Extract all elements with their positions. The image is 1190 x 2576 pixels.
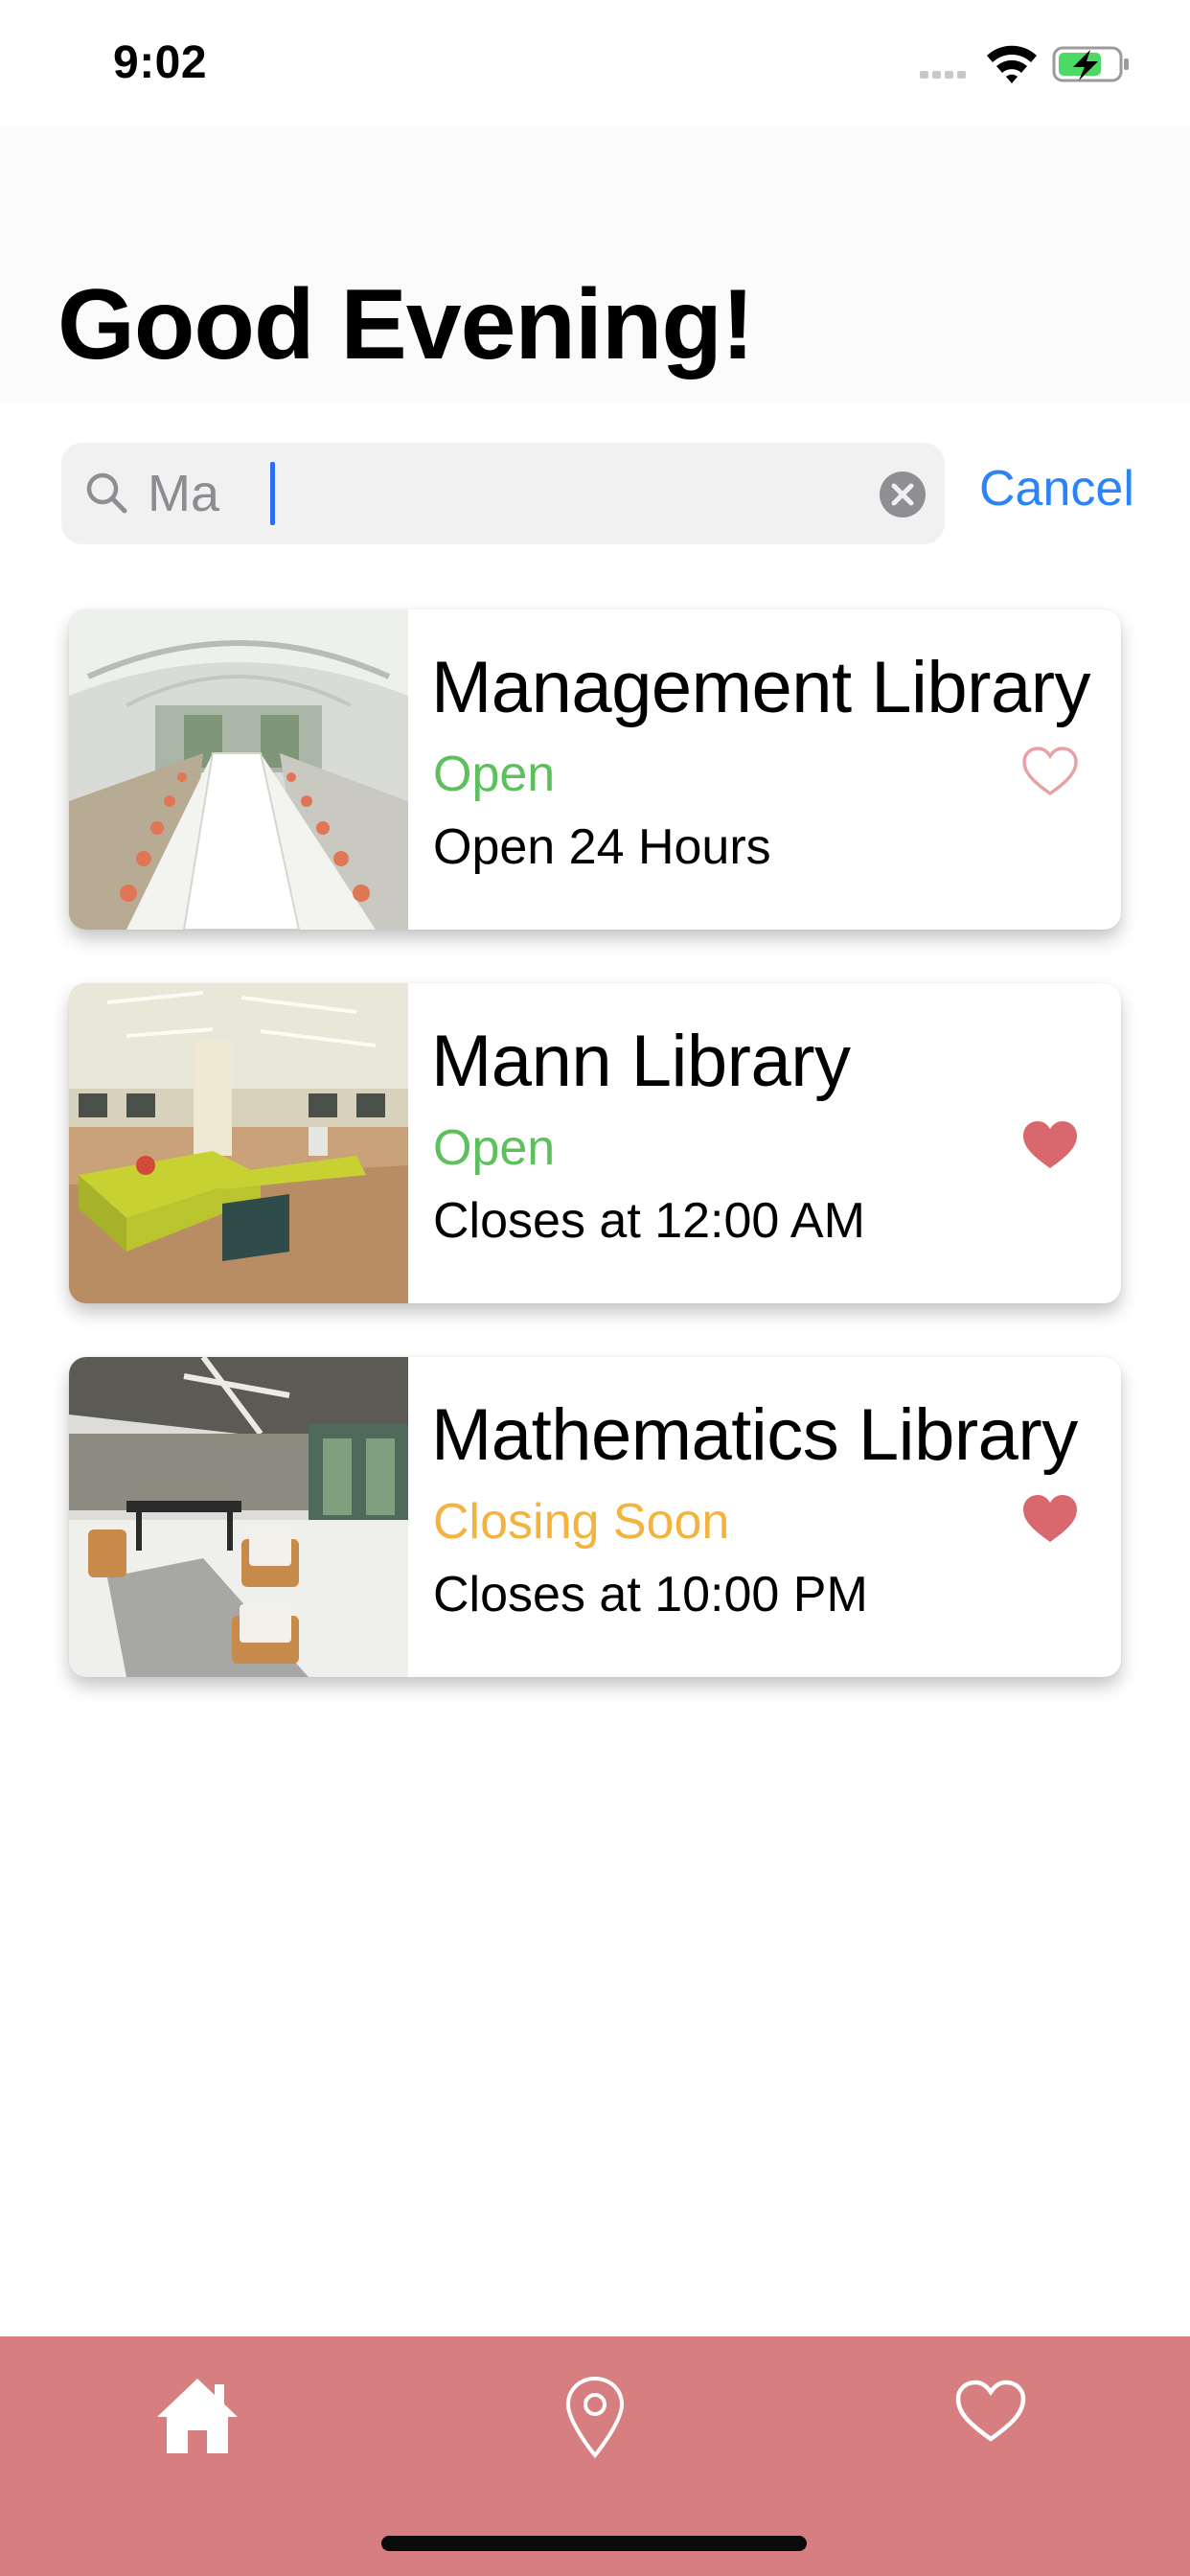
library-photo: [69, 983, 408, 1303]
search-icon: [86, 472, 127, 514]
signal-icon: [920, 71, 966, 79]
home-icon[interactable]: [153, 2375, 241, 2457]
library-status: Closing Soon: [433, 1494, 730, 1550]
text-cursor: [270, 462, 275, 525]
library-photo: [69, 1357, 408, 1677]
library-card-mathematics[interactable]: Mathematics Library Closing Soon Closes …: [69, 1357, 1121, 1677]
heart-icon[interactable]: [954, 2379, 1027, 2444]
heart-outline-icon[interactable]: [1021, 746, 1079, 797]
library-card-mann[interactable]: Mann Library Open Closes at 12:00 AM: [69, 983, 1121, 1303]
library-name: Management Library: [431, 647, 1091, 728]
library-hours: Open 24 Hours: [433, 819, 771, 875]
heart-filled-icon[interactable]: [1021, 1119, 1079, 1171]
clear-search-icon[interactable]: [880, 472, 926, 518]
search-input[interactable]: Ma: [61, 443, 945, 544]
library-status: Open: [433, 747, 556, 802]
battery-charging-icon: [1052, 46, 1129, 82]
wifi-icon: [987, 45, 1037, 83]
library-photo: [69, 610, 408, 930]
status-icons: [920, 45, 1129, 83]
library-status: Open: [433, 1120, 556, 1176]
home-indicator: [381, 2536, 807, 2551]
search-value[interactable]: Ma: [148, 464, 219, 523]
map-pin-icon[interactable]: [563, 2375, 627, 2459]
library-name: Mann Library: [431, 1021, 851, 1102]
page-title: Good Evening!: [57, 269, 755, 380]
heart-filled-icon[interactable]: [1021, 1493, 1079, 1545]
library-hours: Closes at 12:00 AM: [433, 1193, 865, 1249]
cancel-button[interactable]: Cancel: [979, 460, 1134, 518]
library-hours: Closes at 10:00 PM: [433, 1567, 868, 1622]
library-name: Mathematics Library: [431, 1394, 1078, 1476]
status-time: 9:02: [113, 37, 208, 88]
status-bar: 9:02: [0, 0, 1190, 126]
library-card-management[interactable]: Management Library Open Open 24 Hours: [69, 610, 1121, 930]
